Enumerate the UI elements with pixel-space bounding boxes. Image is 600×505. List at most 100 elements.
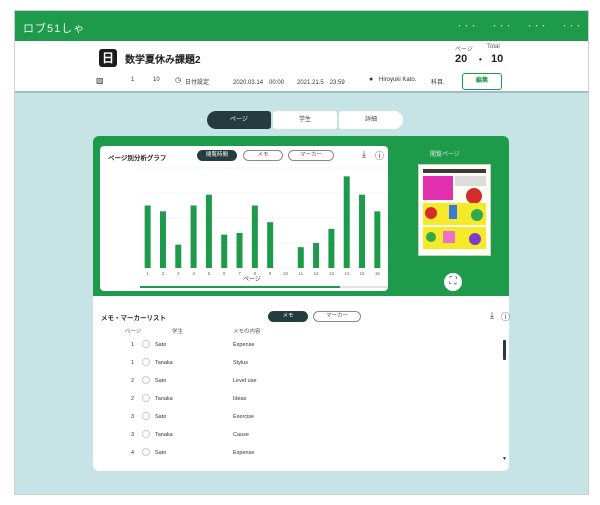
view-tabs: ページ 学生 詳細 xyxy=(207,111,405,129)
tab-students[interactable]: 学生 xyxy=(273,111,337,129)
info-user: Hiroyuki Kato. xyxy=(379,77,417,83)
nav-link-3[interactable]: ・・・ xyxy=(526,21,547,31)
nav-link-2[interactable]: ・・・ xyxy=(491,21,512,31)
x-tick-label: 15 xyxy=(360,271,366,276)
bar[interactable] xyxy=(313,243,320,268)
book-header: 日 数学夏休み課題2 ページ 20 • Total 10 ▨ 1 10 ◷ 日付… xyxy=(15,41,588,93)
row-memo: Level use xyxy=(233,378,257,384)
x-tick-label: 2 xyxy=(162,271,165,276)
table-row[interactable]: 2 Tanaka Ideas xyxy=(93,392,493,410)
bar-chart: 1 2 3 4 5 6 7 8 9 10 11 12 13 14 15 16 ページ xyxy=(140,167,388,288)
info-pages: 1 xyxy=(131,77,135,83)
x-tick-label: 14 xyxy=(344,271,350,276)
row-page: 1 xyxy=(131,342,135,348)
bar[interactable] xyxy=(175,244,182,268)
row-page: 3 xyxy=(131,414,135,420)
page-label: ページ xyxy=(455,47,473,53)
memo-marker-panel: メモ・マーカーリスト メモ マーカー ⤓ ⓘ ページ 学生 メモの内容 1 Sat… xyxy=(93,296,510,471)
expand-icon[interactable]: ⛶ xyxy=(442,271,464,293)
x-tick-label: 7 xyxy=(238,271,241,276)
x-tick-label: 9 xyxy=(269,271,272,276)
top-nav-links: ・・・ ・・・ ・・・ ・・・ xyxy=(456,21,582,31)
bar[interactable] xyxy=(328,228,335,268)
row-student: Tanaka xyxy=(155,396,173,402)
row-student: Sato xyxy=(155,378,167,384)
row-memo: Ideas xyxy=(233,396,247,402)
x-tick-label: 3 xyxy=(177,271,180,276)
list-help-icon[interactable]: ⓘ xyxy=(501,310,510,323)
bar[interactable] xyxy=(159,211,166,268)
student-avatar xyxy=(142,376,150,384)
book-open-icon: ▨ xyxy=(96,76,104,85)
thumbnail-label: 閲覧ページ xyxy=(430,152,460,158)
bar[interactable] xyxy=(359,194,366,268)
table-row[interactable]: 3 Sato Exercise xyxy=(93,410,493,428)
table-row[interactable]: 3 Tanaka Cause xyxy=(93,428,493,446)
row-student: Sato xyxy=(155,450,167,456)
row-page: 2 xyxy=(131,396,135,402)
row-memo: Stylus xyxy=(233,360,248,366)
bar[interactable] xyxy=(190,205,197,269)
list-chip-marker[interactable]: マーカー xyxy=(313,311,361,322)
table-row[interactable]: 1 Tanaka Stylus xyxy=(93,356,493,374)
row-page: 1 xyxy=(131,360,135,366)
col-header-student: 学生 xyxy=(172,329,184,335)
row-student: Tanaka xyxy=(155,360,173,366)
book-icon: 日 xyxy=(99,49,117,67)
list-download-icon[interactable]: ⤓ xyxy=(490,310,494,321)
bar[interactable] xyxy=(374,211,381,268)
row-memo: Expense xyxy=(233,342,255,348)
clock-icon: ◷ xyxy=(175,77,182,84)
edit-button[interactable]: 編集 xyxy=(462,73,502,90)
page-value: 20 xyxy=(455,53,468,65)
row-page: 2 xyxy=(131,378,135,384)
info-role: 科目. xyxy=(431,80,445,86)
list-title: メモ・マーカーリスト xyxy=(101,315,166,322)
tab-details[interactable]: 詳細 xyxy=(339,111,403,129)
row-page: 4 xyxy=(131,450,135,456)
x-tick-label: 12 xyxy=(314,271,320,276)
bar[interactable] xyxy=(144,205,151,269)
student-avatar xyxy=(142,412,150,420)
bar[interactable] xyxy=(236,233,243,268)
tab-pages[interactable]: ページ xyxy=(207,111,271,129)
app-brand[interactable]: ロブ51しゃ xyxy=(23,20,85,36)
user-icon: ● xyxy=(369,76,374,83)
list-scrollbar[interactable] xyxy=(503,340,506,360)
x-tick-label: 11 xyxy=(298,271,303,276)
app-window: ロブ51しゃ ・・・ ・・・ ・・・ ・・・ 日 数学夏休み課題2 ページ 20… xyxy=(14,10,589,495)
chart-scroll-thumb[interactable] xyxy=(140,286,340,288)
scroll-down-icon[interactable]: ▼ xyxy=(502,456,507,462)
bar[interactable] xyxy=(221,234,228,268)
bar[interactable] xyxy=(297,247,304,268)
nav-link-4[interactable]: ・・・ xyxy=(561,21,582,31)
x-tick-label: 4 xyxy=(192,271,195,276)
bar[interactable] xyxy=(251,205,258,269)
info-end: 2021.21.5 23:59 xyxy=(297,80,345,86)
table-row[interactable]: 4 Sato Expense xyxy=(93,446,493,464)
info-start: 2020.03.14 00:00 xyxy=(233,80,285,86)
row-page: 3 xyxy=(131,432,135,438)
x-tick-label: 10 xyxy=(283,271,289,276)
student-avatar xyxy=(142,448,150,456)
student-avatar xyxy=(142,358,150,366)
table-row[interactable]: 2 Sato Level use xyxy=(93,374,493,392)
bar[interactable] xyxy=(205,194,212,268)
page-separator: • xyxy=(479,55,482,64)
list-chip-memo[interactable]: メモ xyxy=(268,311,308,322)
x-tick-label: 1 xyxy=(146,271,149,276)
table-row[interactable]: 1 Sato Expense xyxy=(93,338,493,356)
top-nav-bar: ロブ51しゃ ・・・ ・・・ ・・・ ・・・ xyxy=(15,11,588,41)
total-label: Total xyxy=(487,44,500,50)
info-date-label: 日付設定 xyxy=(185,80,210,86)
bar[interactable] xyxy=(343,176,350,268)
row-student: Sato xyxy=(155,342,167,348)
page-thumbnail[interactable] xyxy=(418,164,491,256)
x-tick-label: 13 xyxy=(329,271,335,276)
student-avatar xyxy=(142,340,150,348)
info-count: 10 xyxy=(153,77,160,83)
row-student: Sato xyxy=(155,414,167,420)
bar[interactable] xyxy=(267,222,274,268)
x-tick-label: 5 xyxy=(208,271,211,276)
nav-link-1[interactable]: ・・・ xyxy=(456,21,477,31)
